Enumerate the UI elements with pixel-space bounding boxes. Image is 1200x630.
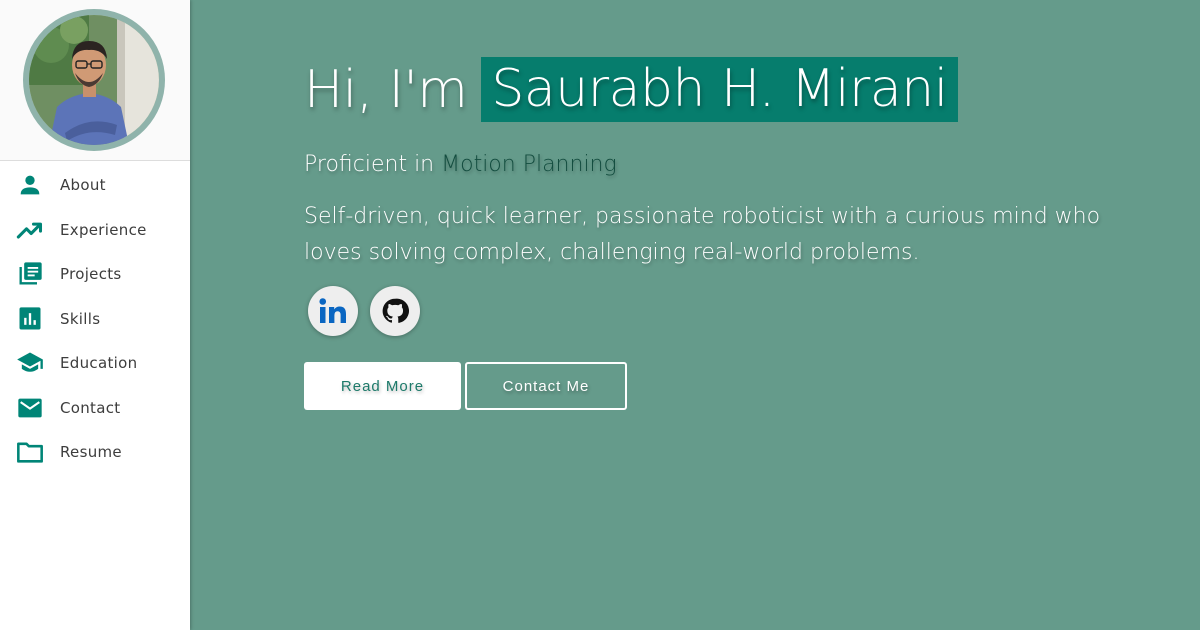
sidebar-item-resume[interactable]: Resume	[0, 432, 190, 472]
hero-title: Hi, I'm Saurabh H. Mirani	[304, 57, 958, 122]
proficient-skill: Motion Planning	[441, 152, 617, 177]
proficient-prefix: Proficient in	[304, 152, 435, 177]
profile-photo	[29, 15, 159, 145]
sidebar: About Experience Projects Skills Educati…	[0, 0, 190, 630]
sidebar-item-education[interactable]: Education	[0, 343, 190, 383]
folder-icon	[17, 442, 43, 463]
github-icon	[382, 298, 409, 323]
sidebar-item-about[interactable]: About	[0, 165, 190, 205]
sidebar-item-skills[interactable]: Skills	[0, 299, 190, 339]
proficient-line: Proficient in Motion Planning	[304, 152, 617, 177]
contact-me-button[interactable]: Contact Me	[465, 362, 627, 410]
bar-chart-icon	[19, 307, 41, 330]
hero-section: Hi, I'm Saurabh H. Mirani Proficient in …	[190, 0, 1200, 630]
hero-name: Saurabh H. Mirani	[481, 57, 958, 122]
library-books-icon	[19, 262, 42, 285]
profile-header	[0, 0, 190, 161]
sidebar-item-experience[interactable]: Experience	[0, 210, 190, 250]
hero-greeting: Hi, I'm	[304, 59, 468, 120]
sidebar-item-label: Contact	[60, 399, 121, 417]
email-icon	[18, 398, 42, 418]
sidebar-item-label: Resume	[60, 443, 122, 461]
avatar	[23, 9, 165, 151]
linkedin-icon	[319, 298, 346, 323]
trending-up-icon	[16, 222, 43, 239]
github-button[interactable]	[370, 286, 420, 336]
sidebar-item-label: About	[60, 176, 106, 194]
read-more-button[interactable]: Read More	[304, 362, 461, 410]
linkedin-button[interactable]	[308, 286, 358, 336]
person-icon	[20, 175, 40, 195]
sidebar-item-label: Skills	[60, 310, 101, 328]
sidebar-item-contact[interactable]: Contact	[0, 388, 190, 428]
sidebar-item-label: Education	[60, 354, 138, 372]
graduation-cap-icon	[17, 352, 43, 372]
sidebar-item-label: Projects	[60, 265, 122, 283]
tagline: Self-driven, quick learner, passionate r…	[304, 204, 1101, 265]
sidebar-item-projects[interactable]: Projects	[0, 254, 190, 294]
sidebar-item-label: Experience	[60, 221, 147, 239]
